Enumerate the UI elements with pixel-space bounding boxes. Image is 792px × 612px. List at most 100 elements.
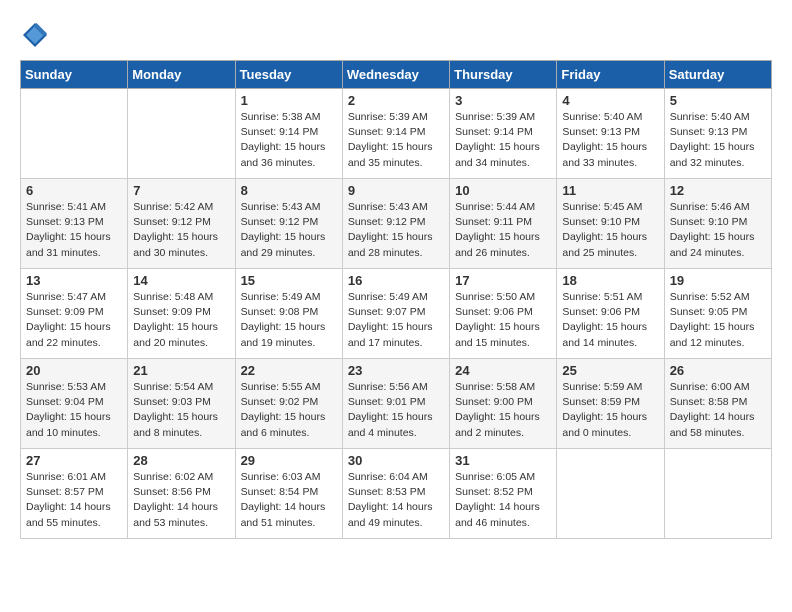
day-info: Sunrise: 5:50 AM Sunset: 9:06 PM Dayligh… (455, 290, 551, 351)
week-row-5: 27Sunrise: 6:01 AM Sunset: 8:57 PM Dayli… (21, 449, 772, 539)
day-cell: 30 Sunrise: 6:04 AM Sunset: 8:53 PM Dayli… (342, 449, 449, 539)
day-cell: 6 Sunrise: 5:41 AM Sunset: 9:13 PM Daylig… (21, 179, 128, 269)
day-info: Sunrise: 5:52 AM Sunset: 9:05 PM Dayligh… (670, 290, 766, 351)
day-number: 1 (241, 93, 337, 108)
day-number: 29 (241, 453, 337, 468)
page-header (20, 20, 772, 50)
day-cell: 13Sunrise: 5:47 AM Sunset: 9:09 PM Dayli… (21, 269, 128, 359)
day-number: 31 (455, 453, 551, 468)
day-cell: 2 Sunrise: 5:39 AM Sunset: 9:14 PM Daylig… (342, 89, 449, 179)
day-number: 4 (562, 93, 658, 108)
header-cell-thursday: Thursday (450, 61, 557, 89)
logo-icon (20, 20, 50, 50)
day-cell: 9 Sunrise: 5:43 AM Sunset: 9:12 PM Daylig… (342, 179, 449, 269)
calendar-header: SundayMondayTuesdayWednesdayThursdayFrid… (21, 61, 772, 89)
day-cell (664, 449, 771, 539)
day-info: Sunrise: 5:51 AM Sunset: 9:06 PM Dayligh… (562, 290, 658, 351)
day-cell: 14Sunrise: 5:48 AM Sunset: 9:09 PM Dayli… (128, 269, 235, 359)
day-cell: 17 Sunrise: 5:50 AM Sunset: 9:06 PM Dayli… (450, 269, 557, 359)
day-number: 7 (133, 183, 229, 198)
header-cell-saturday: Saturday (664, 61, 771, 89)
day-number: 9 (348, 183, 444, 198)
week-row-4: 20 Sunrise: 5:53 AM Sunset: 9:04 PM Dayli… (21, 359, 772, 449)
day-cell: 18Sunrise: 5:51 AM Sunset: 9:06 PM Dayli… (557, 269, 664, 359)
day-cell: 11 Sunrise: 5:45 AM Sunset: 9:10 PM Dayli… (557, 179, 664, 269)
day-info: Sunrise: 5:43 AM Sunset: 9:12 PM Dayligh… (241, 200, 337, 261)
day-info: Sunrise: 5:47 AM Sunset: 9:09 PM Dayligh… (26, 290, 122, 351)
day-cell: 7 Sunrise: 5:42 AM Sunset: 9:12 PM Daylig… (128, 179, 235, 269)
day-number: 11 (562, 183, 658, 198)
day-info: Sunrise: 5:42 AM Sunset: 9:12 PM Dayligh… (133, 200, 229, 261)
day-info: Sunrise: 5:41 AM Sunset: 9:13 PM Dayligh… (26, 200, 122, 261)
day-cell: 26 Sunrise: 6:00 AM Sunset: 8:58 PM Dayli… (664, 359, 771, 449)
day-number: 10 (455, 183, 551, 198)
day-number: 15 (241, 273, 337, 288)
header-cell-monday: Monday (128, 61, 235, 89)
day-number: 19 (670, 273, 766, 288)
day-cell: 27Sunrise: 6:01 AM Sunset: 8:57 PM Dayli… (21, 449, 128, 539)
day-info: Sunrise: 5:40 AM Sunset: 9:13 PM Dayligh… (670, 110, 766, 171)
day-cell: 23 Sunrise: 5:56 AM Sunset: 9:01 PM Dayli… (342, 359, 449, 449)
day-number: 2 (348, 93, 444, 108)
day-number: 25 (562, 363, 658, 378)
day-number: 22 (241, 363, 337, 378)
calendar-table: SundayMondayTuesdayWednesdayThursdayFrid… (20, 60, 772, 539)
day-info: Sunrise: 5:53 AM Sunset: 9:04 PM Dayligh… (26, 380, 122, 441)
day-cell: 19 Sunrise: 5:52 AM Sunset: 9:05 PM Dayli… (664, 269, 771, 359)
day-number: 12 (670, 183, 766, 198)
day-cell: 28Sunrise: 6:02 AM Sunset: 8:56 PM Dayli… (128, 449, 235, 539)
day-info: Sunrise: 5:44 AM Sunset: 9:11 PM Dayligh… (455, 200, 551, 261)
day-number: 8 (241, 183, 337, 198)
day-info: Sunrise: 5:49 AM Sunset: 9:08 PM Dayligh… (241, 290, 337, 351)
header-cell-friday: Friday (557, 61, 664, 89)
day-number: 23 (348, 363, 444, 378)
day-cell: 21 Sunrise: 5:54 AM Sunset: 9:03 PM Dayli… (128, 359, 235, 449)
day-info: Sunrise: 6:03 AM Sunset: 8:54 PM Dayligh… (241, 470, 337, 531)
day-cell (128, 89, 235, 179)
day-number: 26 (670, 363, 766, 378)
day-cell: 8 Sunrise: 5:43 AM Sunset: 9:12 PM Daylig… (235, 179, 342, 269)
day-cell: 4Sunrise: 5:40 AM Sunset: 9:13 PM Daylig… (557, 89, 664, 179)
day-info: Sunrise: 5:39 AM Sunset: 9:14 PM Dayligh… (455, 110, 551, 171)
week-row-3: 13Sunrise: 5:47 AM Sunset: 9:09 PM Dayli… (21, 269, 772, 359)
day-info: Sunrise: 5:54 AM Sunset: 9:03 PM Dayligh… (133, 380, 229, 441)
day-info: Sunrise: 5:49 AM Sunset: 9:07 PM Dayligh… (348, 290, 444, 351)
day-cell (557, 449, 664, 539)
day-cell: 16 Sunrise: 5:49 AM Sunset: 9:07 PM Dayli… (342, 269, 449, 359)
day-info: Sunrise: 5:55 AM Sunset: 9:02 PM Dayligh… (241, 380, 337, 441)
day-info: Sunrise: 5:56 AM Sunset: 9:01 PM Dayligh… (348, 380, 444, 441)
header-row: SundayMondayTuesdayWednesdayThursdayFrid… (21, 61, 772, 89)
day-number: 16 (348, 273, 444, 288)
day-info: Sunrise: 5:38 AM Sunset: 9:14 PM Dayligh… (241, 110, 337, 171)
day-cell: 25 Sunrise: 5:59 AM Sunset: 8:59 PM Dayli… (557, 359, 664, 449)
day-cell: 24 Sunrise: 5:58 AM Sunset: 9:00 PM Dayli… (450, 359, 557, 449)
day-info: Sunrise: 6:04 AM Sunset: 8:53 PM Dayligh… (348, 470, 444, 531)
calendar-body: 1 Sunrise: 5:38 AM Sunset: 9:14 PM Daylig… (21, 89, 772, 539)
day-number: 24 (455, 363, 551, 378)
day-number: 3 (455, 93, 551, 108)
day-number: 20 (26, 363, 122, 378)
day-info: Sunrise: 6:01 AM Sunset: 8:57 PM Dayligh… (26, 470, 122, 531)
day-info: Sunrise: 5:46 AM Sunset: 9:10 PM Dayligh… (670, 200, 766, 261)
day-info: Sunrise: 5:45 AM Sunset: 9:10 PM Dayligh… (562, 200, 658, 261)
day-info: Sunrise: 5:48 AM Sunset: 9:09 PM Dayligh… (133, 290, 229, 351)
day-info: Sunrise: 5:58 AM Sunset: 9:00 PM Dayligh… (455, 380, 551, 441)
day-cell: 15 Sunrise: 5:49 AM Sunset: 9:08 PM Dayli… (235, 269, 342, 359)
week-row-1: 1 Sunrise: 5:38 AM Sunset: 9:14 PM Daylig… (21, 89, 772, 179)
day-number: 28 (133, 453, 229, 468)
day-number: 21 (133, 363, 229, 378)
day-cell: 31 Sunrise: 6:05 AM Sunset: 8:52 PM Dayli… (450, 449, 557, 539)
logo (20, 20, 52, 50)
day-number: 17 (455, 273, 551, 288)
day-info: Sunrise: 5:39 AM Sunset: 9:14 PM Dayligh… (348, 110, 444, 171)
day-cell: 3 Sunrise: 5:39 AM Sunset: 9:14 PM Daylig… (450, 89, 557, 179)
day-info: Sunrise: 5:59 AM Sunset: 8:59 PM Dayligh… (562, 380, 658, 441)
day-cell: 10 Sunrise: 5:44 AM Sunset: 9:11 PM Dayli… (450, 179, 557, 269)
day-cell: 20 Sunrise: 5:53 AM Sunset: 9:04 PM Dayli… (21, 359, 128, 449)
day-info: Sunrise: 6:05 AM Sunset: 8:52 PM Dayligh… (455, 470, 551, 531)
day-number: 30 (348, 453, 444, 468)
day-number: 6 (26, 183, 122, 198)
day-info: Sunrise: 6:00 AM Sunset: 8:58 PM Dayligh… (670, 380, 766, 441)
day-info: Sunrise: 5:43 AM Sunset: 9:12 PM Dayligh… (348, 200, 444, 261)
day-number: 5 (670, 93, 766, 108)
